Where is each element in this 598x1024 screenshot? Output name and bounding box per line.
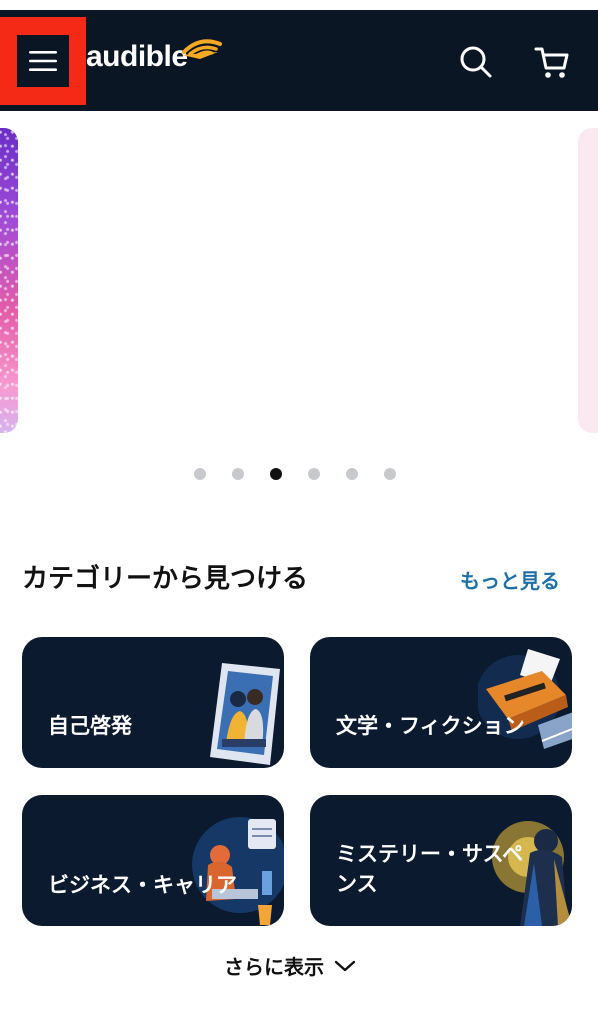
show-more-button[interactable]: さらに表示 <box>224 951 356 980</box>
see-more-link[interactable]: もっと見る <box>460 565 560 594</box>
banner-carousel[interactable] <box>0 111 598 446</box>
carousel-dot[interactable] <box>270 468 282 480</box>
carousel-slide-previous[interactable] <box>0 128 18 433</box>
logo-text: audible <box>86 40 188 73</box>
category-tile-business[interactable]: ビジネス・キャリア <box>22 795 284 926</box>
tile-label: 自己啓発 <box>48 714 132 738</box>
cart-icon <box>534 47 569 78</box>
audible-signal-icon <box>182 39 222 59</box>
tile-label: 文学・フィクション <box>336 714 525 738</box>
carousel-slide-next[interactable] <box>578 128 598 433</box>
desk-worker-illustration <box>192 817 284 925</box>
category-tile-literature[interactable]: 文学・フィクション <box>310 637 572 768</box>
carousel-pagination <box>194 468 396 480</box>
carousel-dot[interactable] <box>194 468 206 480</box>
photo-frame-illustration <box>210 663 280 765</box>
tile-label-line1: ミステリー・サスペ <box>336 842 524 866</box>
carousel-dot[interactable] <box>384 468 396 480</box>
tile-label: ミステリー・サスペ ンス <box>336 839 523 899</box>
carousel-dot[interactable] <box>232 468 244 480</box>
section-title: カテゴリーから見つける <box>22 564 309 594</box>
carousel-slide-current[interactable] <box>30 128 560 433</box>
chevron-down-icon <box>334 960 356 971</box>
carousel-dot[interactable] <box>308 468 320 480</box>
hamburger-menu-icon <box>29 51 57 71</box>
tile-label: ビジネス・キャリア <box>48 873 237 897</box>
category-tile-mystery[interactable]: ミステリー・サスペ ンス <box>310 795 572 926</box>
category-tile-self-help[interactable]: 自己啓発 <box>22 637 284 768</box>
show-more-label: さらに表示 <box>224 955 324 979</box>
cart-button[interactable] <box>530 40 574 84</box>
menu-button[interactable] <box>17 35 69 87</box>
tile-label-line2: ンス <box>336 872 378 896</box>
search-icon <box>460 46 492 78</box>
carousel-dot[interactable] <box>346 468 358 480</box>
audible-logo[interactable]: audible <box>86 32 222 82</box>
search-button[interactable] <box>456 42 496 82</box>
